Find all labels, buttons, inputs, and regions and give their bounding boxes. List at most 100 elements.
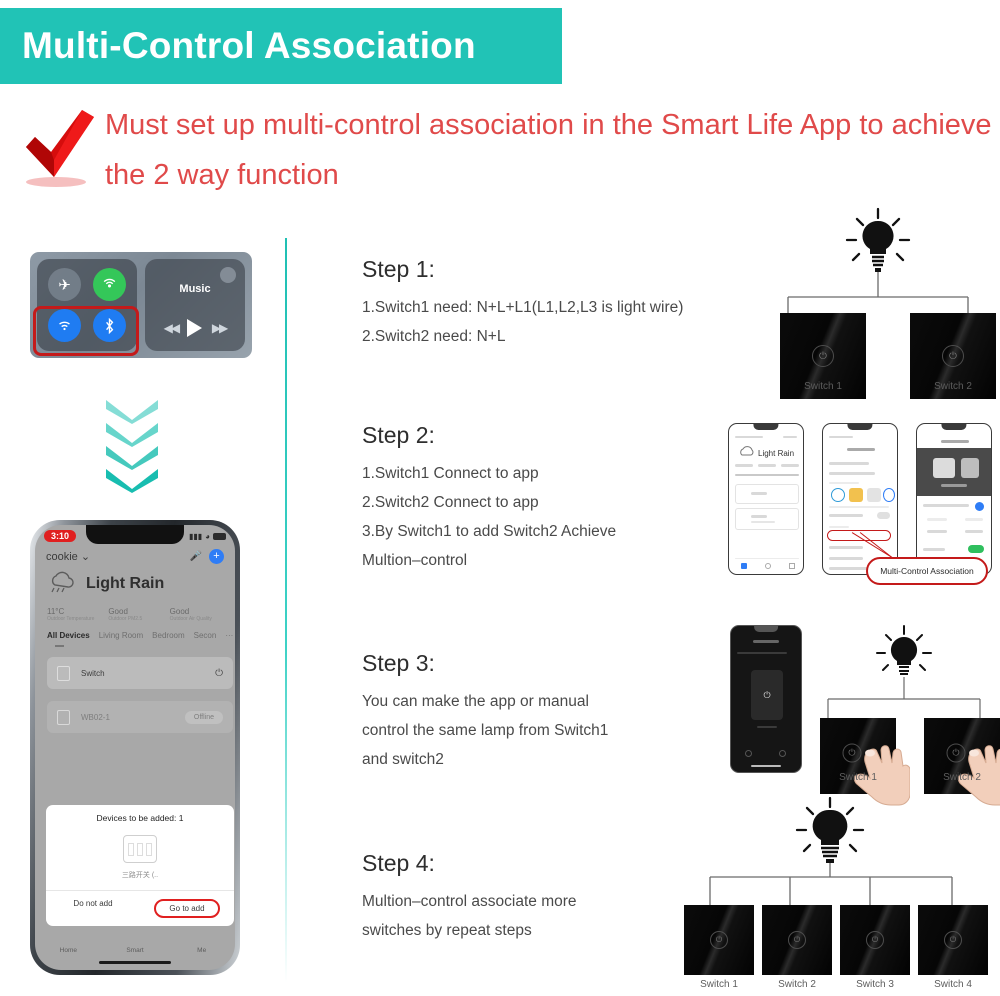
weather-card: Light Rain — [47, 571, 164, 597]
step-line: 1.Switch1 Connect to app — [362, 465, 539, 482]
step-3: Step 3: You can make the app or manual c… — [362, 650, 762, 774]
cellular-icon[interactable] — [93, 268, 126, 301]
step-4-wiring-svg — [709, 796, 953, 909]
stat-value: Good — [108, 607, 128, 616]
switch-label: Switch 1 — [700, 979, 738, 990]
go-to-add-button[interactable]: Go to add — [140, 891, 234, 926]
rewind-icon[interactable]: ◀◀ — [164, 321, 181, 335]
phone-status-bar: 3:10 ▮▮▮ ◕ — [35, 528, 235, 544]
power-icon: ⏻ — [866, 931, 884, 949]
smart-life-app-phone: 3:10 ▮▮▮ ◕ cookie ⌄ 🎤 + Light Rain 11°C … — [30, 520, 240, 975]
step-line: 2.Switch2 Connect to app — [362, 494, 539, 511]
weather-stats: 11°C Outdoor Temperature Good Outdoor PM… — [47, 607, 231, 622]
home-name: cookie — [46, 551, 78, 563]
app-screenshot-home: Light Rain — [728, 423, 804, 575]
svg-text:Light Rain: Light Rain — [758, 449, 794, 458]
switch-tile-2: ⏻ — [762, 905, 832, 975]
tabbar-smart[interactable]: Smart — [102, 947, 169, 954]
music-transport: ◀◀ ▶▶ — [145, 319, 245, 337]
vertical-divider — [285, 238, 287, 983]
power-icon: ⏻ — [812, 345, 834, 367]
tab-bedroom[interactable]: Bedroom — [152, 631, 184, 640]
home-indicator — [99, 961, 171, 964]
status-badge: Offline — [184, 710, 223, 724]
airplay-icon[interactable] — [220, 267, 236, 283]
switch-label: Switch 2 — [934, 381, 972, 392]
step-3-diagram: ⏻ ⏻ ⏻ — [726, 622, 1000, 806]
plus-icon[interactable]: + — [209, 549, 224, 564]
step-title: Step 1: — [362, 256, 435, 282]
light-bulb-icon — [795, 796, 865, 863]
modal-title: Devices to be added: 1 — [96, 813, 184, 823]
step-4-diagram: ⏻ ⏻ ⏻ ⏻ Switch 1 Switch 2 Switch 3 Switc… — [662, 793, 1000, 996]
device-thumbnail — [57, 665, 70, 681]
tabs-more-icon[interactable]: ··· — [225, 631, 233, 640]
app-screenshot-multi-control — [916, 423, 992, 575]
step-title: Step 2: — [362, 422, 435, 448]
tab-all-devices[interactable]: All Devices — [47, 631, 90, 640]
switch-label: Switch 4 — [934, 979, 972, 990]
step-line: You can make the app or manual — [362, 693, 589, 710]
switch-label: Switch 3 — [856, 979, 894, 990]
rain-cloud-icon — [51, 571, 74, 593]
stat-value: Good — [169, 607, 190, 616]
do-not-add-button[interactable]: Do not add — [46, 891, 140, 926]
app-tabbar: Home Smart Me — [35, 947, 235, 954]
switch-label: Switch 2 — [943, 772, 981, 783]
switch-label: Switch 1 — [839, 772, 877, 783]
room-tabs: All Devices Living Room Bedroom Secon ··… — [47, 631, 233, 640]
warning-text: Must set up multi-control association in… — [105, 109, 992, 191]
weather-title: Light Rain — [86, 575, 165, 592]
weather-stat: Good Outdoor PM2.5 — [108, 607, 169, 622]
switch-tile-1: ⏻ — [684, 905, 754, 975]
music-widget[interactable]: Music ◀◀ ▶▶ — [145, 259, 245, 351]
multi-control-callout: Multi-Control Association — [866, 557, 988, 585]
modal-actions: Do not add Go to add — [46, 890, 234, 926]
power-icon: ⏻ — [763, 689, 771, 700]
fast-forward-icon[interactable]: ▶▶ — [212, 321, 229, 335]
step-line: 3.By Switch1 to add Switch2 Achieve — [362, 523, 617, 540]
modal-body: 三路开关 (.. — [46, 823, 234, 890]
device-thumbnail — [57, 709, 70, 725]
list-item[interactable]: WB02-1 Offline — [47, 701, 233, 733]
step-1: Step 1: 1.Switch1 need: N+L+L1(L1,L2,L3 … — [362, 256, 762, 351]
tab-second-room[interactable]: Secon — [194, 631, 217, 640]
power-icon: ⏻ — [788, 931, 806, 949]
power-icon: ⏻ — [944, 931, 962, 949]
tab-living-room[interactable]: Living Room — [99, 631, 143, 640]
step-line: Multion–control — [362, 552, 468, 569]
modal-device-name: 三路开关 (.. — [121, 872, 159, 879]
tabbar-home[interactable]: Home — [35, 947, 102, 954]
switch-tile-3: ⏻ — [840, 905, 910, 975]
connectivity-highlight-box — [33, 306, 139, 356]
list-item[interactable]: Switch ⏻ — [47, 657, 233, 689]
microphone-icon[interactable]: 🎤 — [190, 551, 202, 562]
play-icon[interactable] — [187, 319, 203, 337]
infographic-page: Multi-Control Association Must set up mu… — [0, 0, 1000, 996]
red-checkmark-icon — [26, 110, 94, 187]
switch-label: Switch 2 — [778, 979, 816, 990]
battery-icon — [213, 532, 226, 540]
airplane-icon[interactable]: ✈ — [48, 268, 81, 301]
tab-underline — [55, 645, 64, 647]
app-header-actions: 🎤 + — [190, 549, 224, 564]
down-arrows — [104, 398, 164, 498]
chevron-down-icon — [106, 469, 158, 493]
light-bulb-icon — [845, 207, 911, 272]
weather-stat: Good Outdoor Air Quality — [170, 607, 231, 622]
stat-value: 11°C — [47, 607, 65, 616]
step-1-diagram: ⏻ ⏻ — [760, 205, 996, 399]
light-bulb-icon — [876, 625, 932, 676]
stat-label: Outdoor Temperature — [47, 616, 95, 622]
phone-screen: 3:10 ▮▮▮ ◕ cookie ⌄ 🎤 + Light Rain 11°C … — [35, 525, 235, 970]
chevron-down-icon: ⌄ — [80, 551, 91, 563]
step-line: 1.Switch1 need: N+L+L1(L1,L2,L3 is light… — [362, 299, 684, 316]
home-selector[interactable]: cookie ⌄ — [46, 550, 90, 563]
wall-switch-icon — [123, 835, 157, 863]
step-title: Step 3: — [362, 650, 435, 676]
power-icon: ⏻ — [710, 931, 728, 949]
power-icon[interactable]: ⏻ — [215, 668, 223, 679]
device-name: Switch — [81, 668, 105, 678]
status-time: 3:10 — [44, 530, 77, 542]
tabbar-me[interactable]: Me — [168, 947, 235, 954]
